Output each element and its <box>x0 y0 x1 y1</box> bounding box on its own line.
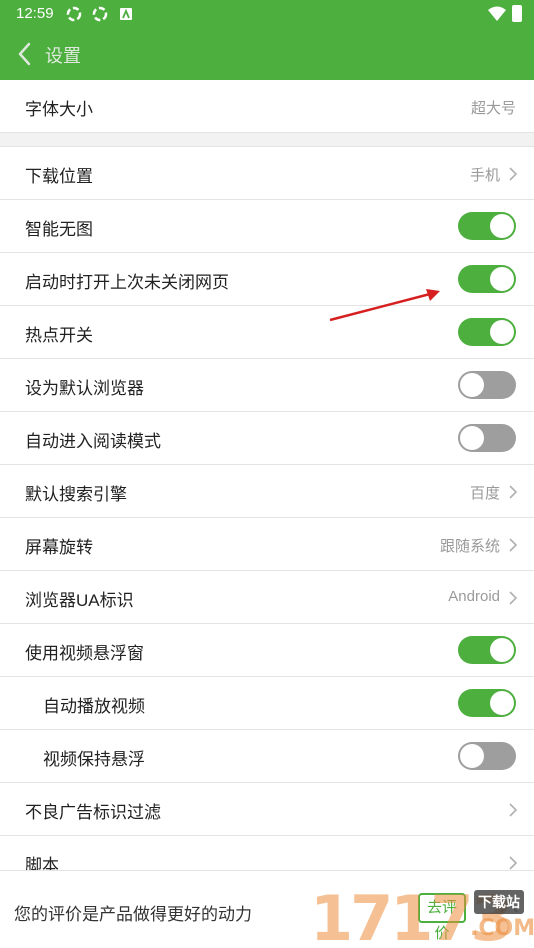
setting-font-size[interactable]: 字体大小 超大号 <box>0 80 534 133</box>
setting-value: Android <box>448 588 500 605</box>
setting-value: 手机 <box>469 167 500 184</box>
setting-default-browser: 设为默认浏览器 <box>0 359 534 412</box>
setting-label: 浏览器UA标识 <box>25 591 134 610</box>
status-time: 12:59 <box>16 5 54 22</box>
setting-label: 屏幕旋转 <box>25 538 93 557</box>
toggle-knob <box>460 426 484 450</box>
chevron-right-icon <box>509 485 518 499</box>
setting-download-location[interactable]: 下载位置 手机 <box>0 147 534 200</box>
toggle-knob <box>460 744 484 768</box>
toggle-switch[interactable] <box>458 265 516 293</box>
setting-search-engine[interactable]: 默认搜索引擎 百度 <box>0 465 534 518</box>
sync-icon <box>92 6 108 22</box>
setting-user-agent[interactable]: 浏览器UA标识 Android <box>0 571 534 624</box>
settings-list: 字体大小 超大号 下载位置 手机 智能无图 启动时打开上次未关闭网页 热点开关 … <box>0 80 534 889</box>
battery-icon <box>512 5 522 22</box>
setting-reader-mode: 自动进入阅读模式 <box>0 412 534 465</box>
setting-label: 下载位置 <box>25 167 93 186</box>
toggle-knob <box>460 373 484 397</box>
rating-banner: 您的评价是产品做得更好的动力 去评价 <box>0 870 534 948</box>
setting-label: 视频保持悬浮 <box>43 750 145 769</box>
setting-label: 使用视频悬浮窗 <box>25 644 144 663</box>
setting-keep-float: 视频保持悬浮 <box>0 730 534 783</box>
toggle-switch[interactable] <box>458 318 516 346</box>
toggle-knob <box>490 214 514 238</box>
toggle-switch[interactable] <box>458 371 516 399</box>
chevron-right-icon <box>509 856 518 870</box>
section-divider <box>0 133 534 147</box>
toggle-switch[interactable] <box>458 742 516 770</box>
setting-screen-rotation[interactable]: 屏幕旋转 跟随系统 <box>0 518 534 571</box>
banner-text: 您的评价是产品做得更好的动力 <box>14 905 252 924</box>
notification-icon <box>120 8 132 20</box>
setting-restore-tabs: 启动时打开上次未关闭网页 <box>0 253 534 306</box>
chevron-right-icon <box>509 803 518 817</box>
setting-video-float: 使用视频悬浮窗 <box>0 624 534 677</box>
annotation-arrow-icon <box>329 289 440 322</box>
status-bar: 12:59 <box>0 0 534 28</box>
toggle-switch[interactable] <box>458 636 516 664</box>
setting-label: 自动进入阅读模式 <box>25 432 161 451</box>
setting-value: 超大号 <box>470 100 516 117</box>
setting-value: 百度 <box>469 485 500 502</box>
setting-label: 自动播放视频 <box>43 697 145 716</box>
rate-button[interactable]: 去评价 <box>418 893 466 942</box>
setting-label: 热点开关 <box>25 326 93 345</box>
setting-label: 启动时打开上次未关闭网页 <box>25 273 229 292</box>
back-arrow-icon[interactable] <box>14 40 38 68</box>
setting-label: 不良广告标识过滤 <box>25 803 161 822</box>
collapse-icon[interactable] <box>500 901 518 913</box>
toggle-switch[interactable] <box>458 689 516 717</box>
toggle-knob <box>490 691 514 715</box>
setting-hotspot: 热点开关 <box>0 306 534 359</box>
setting-label: 设为默认浏览器 <box>25 379 144 398</box>
toggle-switch[interactable] <box>458 424 516 452</box>
chevron-right-icon <box>509 167 518 181</box>
chevron-right-icon <box>509 538 518 552</box>
app-bar: 12:59 设置 <box>0 0 534 80</box>
setting-label: 字体大小 <box>25 100 93 119</box>
setting-value: 跟随系统 <box>439 538 500 555</box>
wifi-icon <box>488 6 506 21</box>
setting-smart-no-image: 智能无图 <box>0 200 534 253</box>
toggle-knob <box>490 267 514 291</box>
sync-icon <box>66 6 82 22</box>
header: 设置 <box>0 28 534 80</box>
page-title: 设置 <box>45 46 81 66</box>
setting-label: 智能无图 <box>25 220 93 239</box>
setting-ad-filter[interactable]: 不良广告标识过滤 <box>0 783 534 836</box>
setting-autoplay-video: 自动播放视频 <box>0 677 534 730</box>
setting-label: 默认搜索引擎 <box>25 485 127 504</box>
chevron-right-icon <box>509 591 518 605</box>
toggle-knob <box>490 638 514 662</box>
toggle-switch[interactable] <box>458 212 516 240</box>
toggle-knob <box>490 320 514 344</box>
